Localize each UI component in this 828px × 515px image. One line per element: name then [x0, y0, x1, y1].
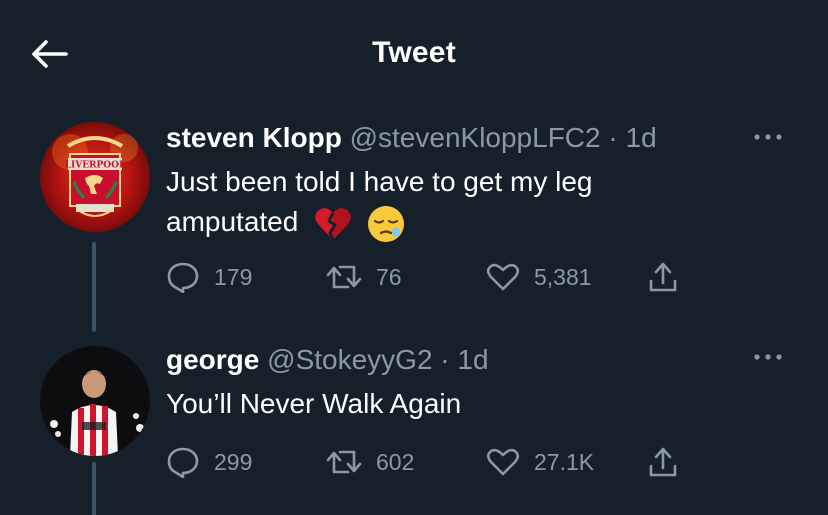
liverpool-crest-icon: LIVERPOOL: [40, 122, 150, 232]
tweet-text: Just been told I have to get my leg ampu…: [166, 162, 726, 244]
broken-heart-emoji: [315, 207, 351, 241]
more-options-button[interactable]: [750, 126, 786, 148]
tweet-text-segment: amputated: [166, 206, 299, 237]
like-button[interactable]: 5,381: [486, 257, 592, 297]
like-count: 27.1K: [534, 448, 595, 475]
tweet-actions: 179 76 5,381: [166, 257, 706, 297]
reply-button[interactable]: 179: [166, 257, 252, 297]
more-icon: [754, 134, 782, 140]
like-count: 5,381: [534, 263, 592, 290]
tweet-text-line: You’ll Never Walk Again: [166, 388, 462, 419]
tweet-text: You’ll Never Walk Again: [166, 384, 726, 424]
reply-button[interactable]: 299: [166, 442, 252, 482]
retweet-count: 602: [376, 448, 415, 475]
retweet-count: 76: [376, 263, 402, 290]
author-name[interactable]: steven Klopp: [166, 122, 342, 153]
sleepy-face-emoji: [367, 205, 404, 242]
thread-connector: [92, 242, 96, 332]
author-name[interactable]: george: [166, 344, 259, 375]
reply-icon: [167, 262, 199, 293]
tweet-actions: 299 602 27.1K: [166, 442, 706, 482]
avatar[interactable]: LIVERPOOL: [40, 122, 150, 232]
share-icon: [649, 447, 677, 477]
share-icon: [649, 262, 677, 292]
reply-count: 179: [214, 263, 253, 290]
meta-separator: ·: [608, 122, 618, 153]
timestamp[interactable]: 1d: [626, 122, 657, 153]
author-handle[interactable]: @StokeyyG2: [267, 344, 432, 375]
author-handle[interactable]: @stevenKloppLFC2: [350, 122, 601, 153]
heart-icon: [486, 448, 520, 476]
share-button[interactable]: [648, 442, 678, 482]
more-options-button[interactable]: [750, 346, 786, 368]
retweet-icon: [326, 265, 362, 289]
tweet-meta: george @StokeyyG2 · 1d: [166, 344, 489, 376]
crest-text: LIVERPOOL: [65, 161, 126, 171]
player-photo-icon: [40, 346, 150, 456]
tweet-text-line: amputated: [166, 202, 726, 244]
page-title: Tweet: [372, 36, 456, 69]
more-icon: [754, 354, 782, 360]
avatar[interactable]: [40, 346, 150, 456]
retweet-icon: [326, 450, 362, 474]
tweet[interactable]: LIVERPOOL steven Klopp @stevenKloppLFC2 …: [0, 118, 828, 333]
like-button[interactable]: 27.1K: [486, 442, 594, 482]
reply-count: 299: [214, 448, 253, 475]
header: Tweet: [0, 0, 828, 105]
reply-icon: [167, 447, 199, 478]
tweet-meta: steven Klopp @stevenKloppLFC2 · 1d: [166, 122, 657, 154]
retweet-button[interactable]: 76: [326, 257, 402, 297]
heart-icon: [486, 263, 520, 291]
meta-separator: ·: [440, 344, 450, 375]
tweet-text-line: Just been told I have to get my leg: [166, 166, 593, 197]
retweet-button[interactable]: 602: [326, 442, 414, 482]
tweet[interactable]: george @StokeyyG2 · 1d You’ll Never Walk…: [0, 340, 828, 515]
timestamp[interactable]: 1d: [457, 344, 488, 375]
thread-connector: [92, 462, 96, 515]
share-button[interactable]: [648, 257, 678, 297]
